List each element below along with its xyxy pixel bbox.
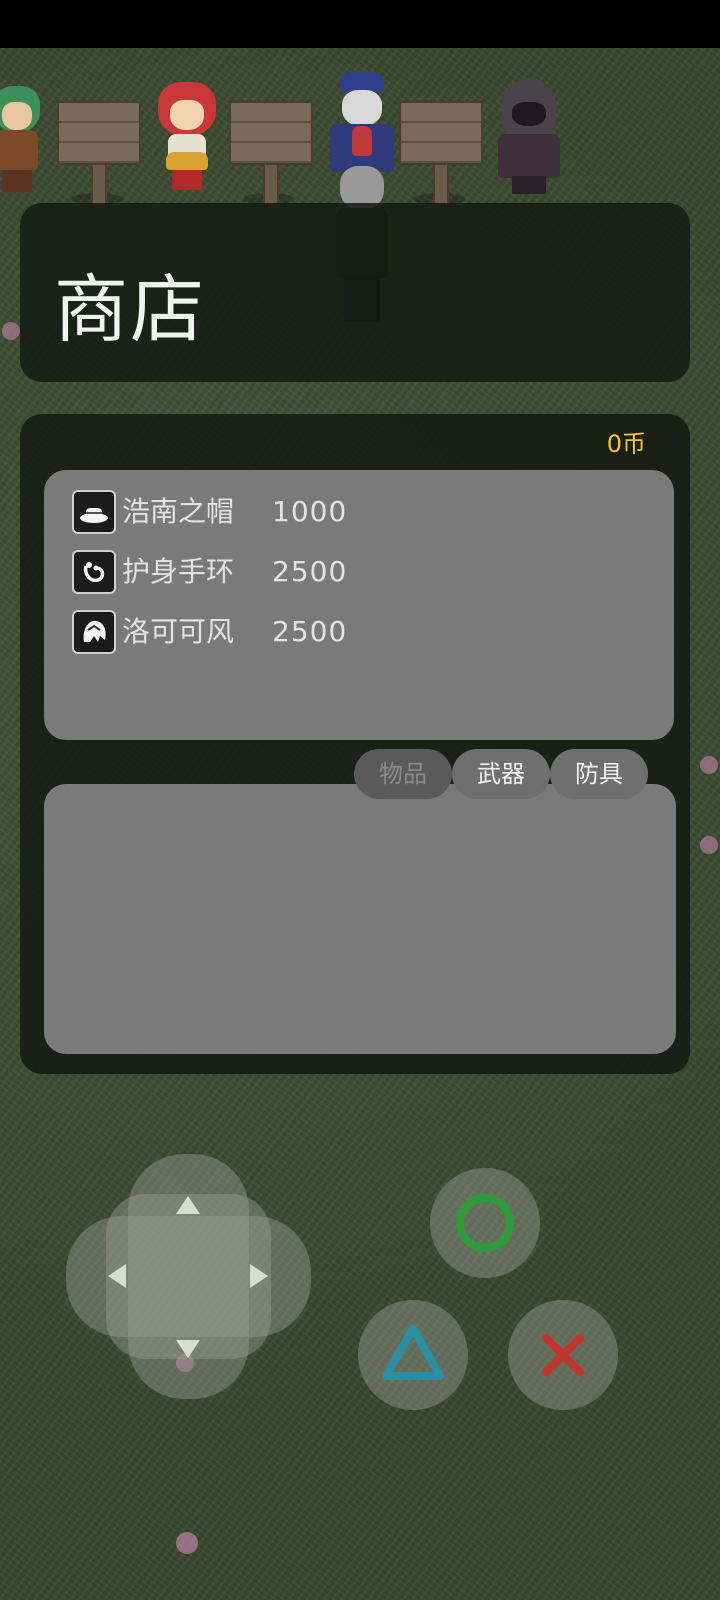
flower-decoration: [700, 756, 718, 774]
hat-icon: [72, 490, 116, 534]
flower-decoration: [176, 1532, 198, 1554]
item-detail-box: [44, 784, 676, 1054]
dpad: [66, 1154, 311, 1399]
cross-icon: [542, 1334, 584, 1376]
item-name: 护身手环: [122, 555, 235, 588]
item-price: 2500: [272, 615, 348, 648]
tab-items[interactable]: 物品: [354, 749, 452, 799]
bracelet-icon: [72, 550, 116, 594]
tab-weapons[interactable]: 武器: [452, 749, 550, 799]
npc-hooded[interactable]: [494, 78, 564, 196]
wooden-sign[interactable]: [57, 93, 141, 207]
triangle-button[interactable]: [358, 1300, 468, 1410]
flower-decoration: [2, 322, 20, 340]
category-tabs: 物品 武器 防具: [354, 749, 654, 799]
wooden-sign[interactable]: [399, 93, 483, 207]
shop-panel: 0币 浩南之帽 1000 护身手环 2500 洛可可风 2500 物品 武器 防…: [20, 414, 690, 1074]
down-arrow-icon[interactable]: [173, 1334, 203, 1364]
cross-button[interactable]: [508, 1300, 618, 1410]
circle-button[interactable]: [430, 1168, 540, 1278]
tab-armor[interactable]: 防具: [550, 749, 648, 799]
wooden-sign[interactable]: [229, 93, 313, 207]
rococo-icon: [72, 610, 116, 654]
list-item[interactable]: 洛可可风 2500: [72, 610, 492, 660]
coin-balance: 0币: [606, 430, 646, 458]
list-item[interactable]: 浩南之帽 1000: [72, 490, 492, 540]
list-item[interactable]: 护身手环 2500: [72, 550, 492, 600]
flower-decoration: [700, 836, 718, 854]
up-arrow-icon[interactable]: [173, 1190, 203, 1220]
item-name: 浩南之帽: [122, 495, 235, 528]
item-price: 2500: [272, 555, 348, 588]
shop-title-panel: 商店: [20, 203, 690, 382]
npc-green-hair[interactable]: [0, 86, 46, 196]
circle-icon: [456, 1194, 514, 1252]
page-title: 商店: [54, 267, 206, 353]
status-bar: [0, 0, 720, 48]
item-list: 浩南之帽 1000 护身手环 2500 洛可可风 2500: [44, 470, 674, 740]
item-name: 洛可可风: [122, 615, 235, 648]
npc-red-hair[interactable]: [154, 82, 220, 194]
right-arrow-icon[interactable]: [244, 1261, 274, 1291]
left-arrow-icon[interactable]: [102, 1261, 132, 1291]
item-price: 1000: [272, 495, 348, 528]
triangle-icon: [382, 1324, 444, 1380]
